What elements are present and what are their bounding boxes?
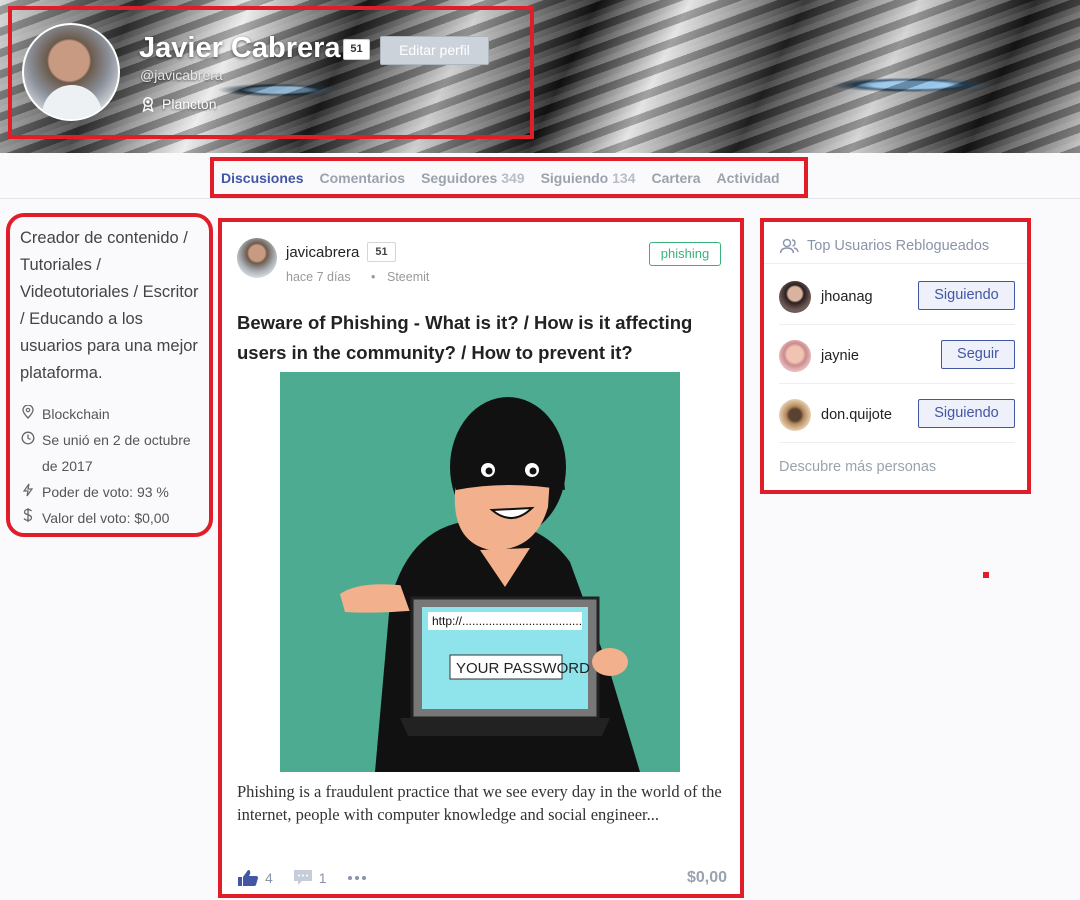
row-divider xyxy=(779,442,1015,443)
more-options-button[interactable] xyxy=(347,875,367,881)
clock-icon xyxy=(20,427,36,453)
follow-button[interactable]: Seguir xyxy=(941,340,1015,369)
hacker-illustration: http://.................................… xyxy=(280,372,680,772)
followers-count: 349 xyxy=(501,169,525,186)
location-text: Blockchain xyxy=(42,406,110,422)
post-source: Steemit xyxy=(387,270,430,284)
tab-cartera[interactable]: Cartera xyxy=(651,170,700,186)
upvote-button[interactable]: 4 xyxy=(237,869,273,887)
post-excerpt: Phishing is a fraudulent practice that w… xyxy=(237,782,722,824)
joined-row: Se unió en 2 de octubre de 2017 xyxy=(20,427,199,479)
username[interactable]: jhoanag xyxy=(821,289,873,305)
joined-text: Se unió en 2 de octubre de 2017 xyxy=(42,432,191,474)
post-timestamp[interactable]: hace 7 días xyxy=(286,270,351,284)
username[interactable]: don.quijote xyxy=(821,407,892,423)
username[interactable]: jaynie xyxy=(821,348,859,364)
thumbs-up-icon xyxy=(238,870,258,886)
tab-actividad[interactable]: Actividad xyxy=(717,170,780,186)
post-card[interactable]: javicabrera 51 hace 7 días • Steemit phi… xyxy=(218,218,744,898)
profile-meta: Blockchain Se unió en 2 de octubre de 20… xyxy=(20,401,199,531)
post-payout[interactable]: $0,00 xyxy=(687,869,727,887)
location-row: Blockchain xyxy=(20,401,199,427)
tab-seguidores[interactable]: Seguidores 349 xyxy=(421,170,525,186)
voting-power-row: Poder de voto: 93 % xyxy=(20,479,199,505)
vote-value-row: Valor del voto: $0,00 xyxy=(20,505,199,531)
users-icon xyxy=(779,238,799,254)
laptop-url-text: http://.................................… xyxy=(432,614,582,628)
post-tag[interactable]: phishing xyxy=(649,242,721,266)
lightning-icon xyxy=(20,479,36,505)
more-dots-icon xyxy=(347,876,366,880)
list-item: jhoanag Siguiendo xyxy=(779,267,1015,325)
list-item: jaynie Seguir xyxy=(779,326,1015,384)
laptop-password-text: YOUR PASSWORD xyxy=(456,660,590,677)
follow-button[interactable]: Siguiendo xyxy=(918,281,1015,310)
post-author-avatar[interactable] xyxy=(237,238,277,278)
list-item: don.quijote Siguiendo xyxy=(779,385,1015,443)
tab-comentarios[interactable]: Comentarios xyxy=(319,170,405,186)
comment-count: 1 xyxy=(318,870,327,886)
row-divider xyxy=(779,383,1015,384)
panel-divider xyxy=(764,263,1027,264)
tab-discusiones[interactable]: Discusiones xyxy=(221,170,303,186)
vote-value-text: Valor del voto: $0,00 xyxy=(42,510,170,526)
comments-button[interactable]: 1 xyxy=(293,869,327,887)
post-reputation-badge: 51 xyxy=(367,242,396,262)
dollar-icon xyxy=(20,505,36,531)
top-reblogged-panel: Top Usuarios Reblogueados jhoanag Siguie… xyxy=(760,218,1031,494)
tabbar-divider xyxy=(0,198,1080,199)
comment-icon xyxy=(293,870,312,885)
avatar[interactable] xyxy=(779,340,811,372)
profile-tabs: Discusiones Comentarios Seguidores 349 S… xyxy=(210,157,808,198)
profile-bio: Creador de contenido / Tutoriales / Vide… xyxy=(20,229,199,382)
annotation-dot xyxy=(983,572,989,578)
discover-more-link[interactable]: Descubre más personas xyxy=(779,459,936,475)
post-title[interactable]: Beware of Phishing - What is it? / How i… xyxy=(237,308,727,368)
following-count: 134 xyxy=(612,169,636,186)
avatar[interactable] xyxy=(779,281,811,313)
vote-count: 4 xyxy=(265,870,273,886)
voting-power-text: Poder de voto: 93 % xyxy=(42,484,169,500)
follow-button[interactable]: Siguiendo xyxy=(918,399,1015,428)
post-footer: 4 1 $0,00 xyxy=(237,867,727,889)
row-divider xyxy=(779,324,1015,325)
profile-sidebar: Creador de contenido / Tutoriales / Vide… xyxy=(6,213,213,537)
post-author[interactable]: javicabrera xyxy=(286,244,359,261)
location-icon xyxy=(20,401,36,427)
panel-title-text: Top Usuarios Reblogueados xyxy=(807,238,990,254)
tab-siguiendo[interactable]: Siguiendo 134 xyxy=(541,170,636,186)
post-thumbnail[interactable]: http://.................................… xyxy=(280,372,680,772)
profile-highlight xyxy=(8,6,534,139)
panel-title: Top Usuarios Reblogueados xyxy=(779,238,989,254)
post-meta-separator: • xyxy=(371,270,376,284)
avatar[interactable] xyxy=(779,399,811,431)
